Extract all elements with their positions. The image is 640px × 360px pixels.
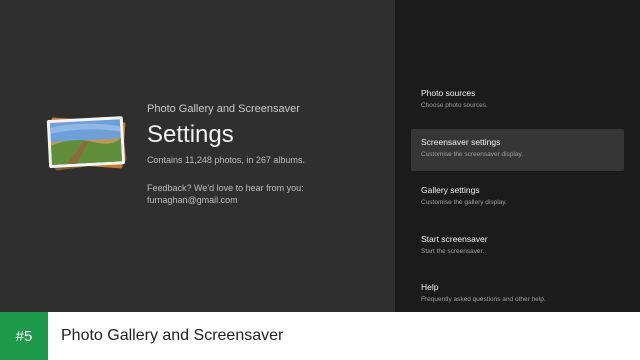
feedback-text: Feedback? We'd love to hear from you: [147,183,304,193]
settings-header-pane: Photo Gallery and Screensaver Settings C… [0,0,395,312]
menu-item-description: Choose photo sources. [421,102,488,109]
menu-item-description: Frequently asked questions and other hel… [421,296,546,303]
menu-item-description: Customise the screensaver display. [421,150,524,158]
menu-item-help[interactable]: Help Frequently asked questions and othe… [411,274,624,316]
listing-title: Photo Gallery and Screensaver [61,327,284,344]
rank-badge: #5 [0,312,48,360]
menu-item-description: Start the screensaver. [421,247,485,255]
menu-item-label: Help [421,282,439,292]
listing-caption-bar: #5 Photo Gallery and Screensaver [0,312,640,360]
menu-item-description: Customise the gallery display. [421,199,507,206]
menu-item-photo-sources[interactable]: Photo sources Choose photo sources. [411,80,624,122]
feedback-email: furnaghan@gmail.com [147,195,238,205]
app-name: Photo Gallery and Screensaver [147,103,300,115]
menu-item-screensaver-settings[interactable]: Screensaver settings Customise the scree… [411,128,624,171]
tv-settings-screen: Photo Gallery and Screensaver Settings C… [0,0,640,312]
menu-item-label: Gallery settings [421,185,480,195]
menu-item-start-screensaver[interactable]: Start screensaver Start the screensaver. [411,226,624,268]
menu-item-label: Start screensaver [421,233,488,244]
menu-item-gallery-settings[interactable]: Gallery settings Customise the gallery d… [411,177,624,219]
settings-menu: Photo sources Choose photo sources. Scre… [411,80,624,323]
menu-item-label: Screensaver settings [421,136,501,147]
library-summary: Contains 11,248 photos, in 267 albums. [147,155,305,165]
photo-stack-icon [42,110,134,176]
menu-item-label: Photo sources [421,88,476,98]
page-title: Settings [147,121,234,148]
settings-header: Photo Gallery and Screensaver Settings C… [147,102,387,206]
